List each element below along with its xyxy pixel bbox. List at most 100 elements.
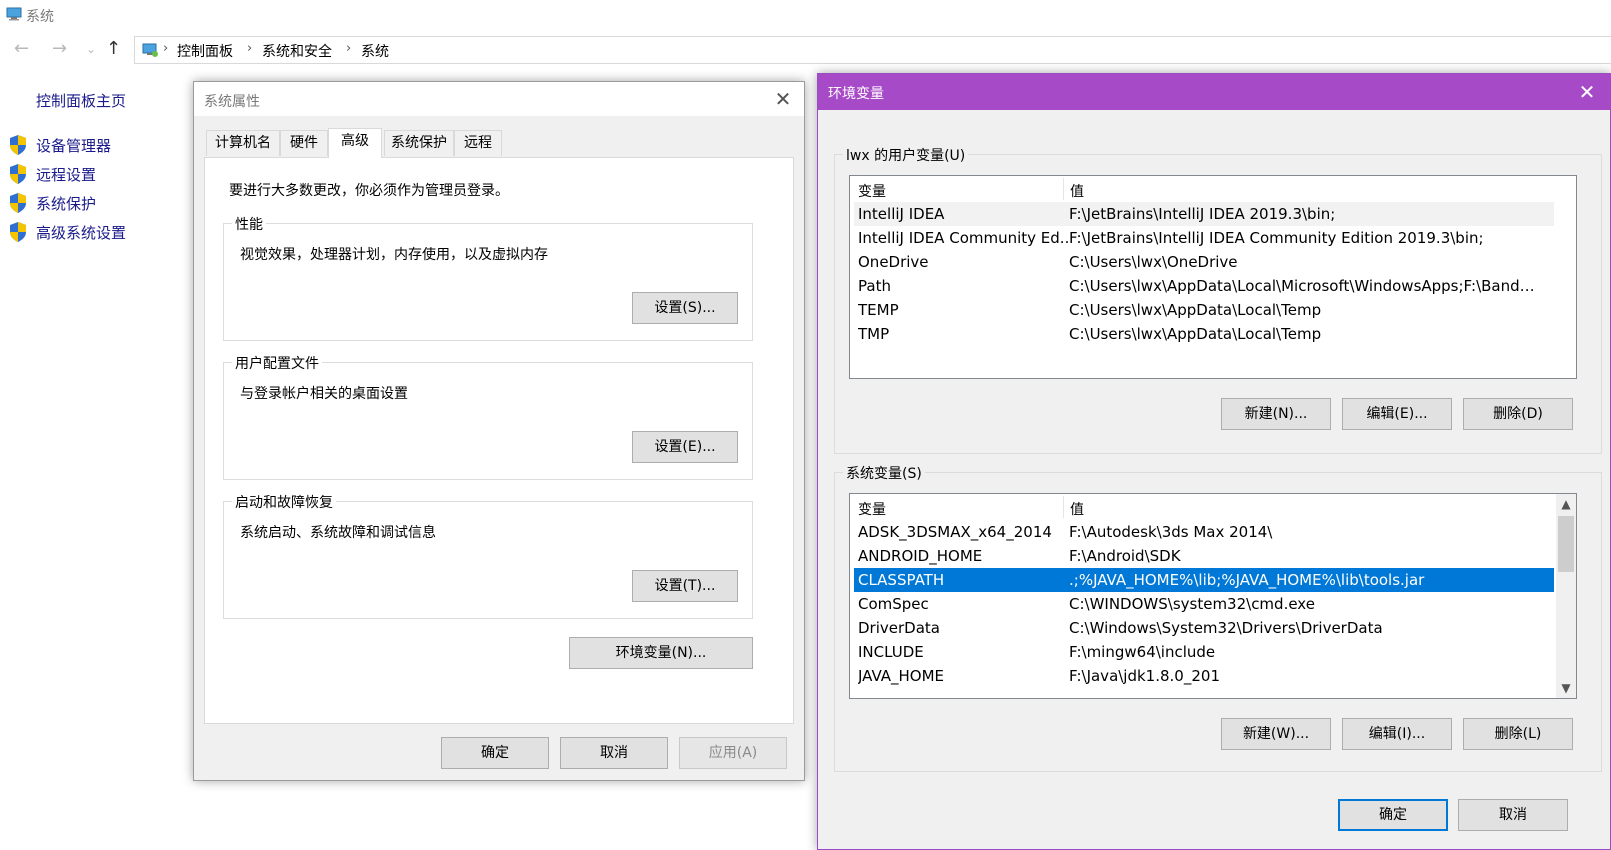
- system-edit-button[interactable]: 编辑(I)...: [1342, 718, 1452, 750]
- control-panel-titlebar: 系统: [0, 0, 1611, 30]
- system-delete-button[interactable]: 删除(L): [1463, 718, 1573, 750]
- shield-icon: [10, 164, 26, 184]
- group-description: 与登录帐户相关的桌面设置: [240, 386, 408, 402]
- cancel-button[interactable]: 取消: [1458, 799, 1568, 831]
- list-item[interactable]: INCLUDE F:\mingw64\include: [854, 640, 1554, 664]
- variable-name: JAVA_HOME: [858, 667, 945, 685]
- list-item[interactable]: IntelliJ IDEA Community Ed... F:\JetBrai…: [854, 226, 1554, 250]
- close-icon[interactable]: ✕: [1570, 79, 1604, 105]
- breadcrumb-system[interactable]: 系统: [361, 41, 389, 61]
- variable-value: F:\JetBrains\IntelliJ IDEA 2019.3\bin;: [1069, 205, 1336, 223]
- column-header-variable[interactable]: 变量: [858, 181, 886, 201]
- cancel-button[interactable]: 取消: [560, 737, 668, 769]
- system-icon: [6, 7, 22, 21]
- user-variables-group: lwx 的用户变量(U) 变量 值 IntelliJ IDEA F:\JetBr…: [834, 145, 1602, 454]
- tab-system-protection[interactable]: 系统保护: [384, 130, 454, 156]
- list-item-selected[interactable]: CLASSPATH .;%JAVA_HOME%\lib;%JAVA_HOME%\…: [854, 568, 1554, 592]
- tab-remote[interactable]: 远程: [454, 130, 502, 156]
- variable-value: C:\Windows\System32\Drivers\DriverData: [1069, 619, 1383, 637]
- admin-note: 要进行大多数更改，你必须作为管理员登录。: [229, 183, 509, 199]
- sidebar-item-label: 系统保护: [36, 195, 97, 213]
- system-properties-dialog: 系统属性 ✕ 计算机名 硬件 高级 系统保护 远程 要进行大多数更改，你必须作为…: [193, 81, 805, 781]
- scroll-up-icon[interactable]: ▲: [1556, 494, 1576, 514]
- user-profiles-settings-button[interactable]: 设置(E)...: [632, 431, 738, 463]
- sidebar-control-panel-home[interactable]: 控制面板主页: [36, 90, 126, 111]
- variable-value: F:\JetBrains\IntelliJ IDEA Community Edi…: [1069, 229, 1484, 247]
- group-description: 系统启动、系统故障和调试信息: [240, 525, 436, 541]
- close-icon[interactable]: ✕: [768, 86, 798, 112]
- list-item[interactable]: IntelliJ IDEA F:\JetBrains\IntelliJ IDEA…: [854, 202, 1554, 226]
- startup-recovery-settings-button[interactable]: 设置(T)...: [632, 570, 738, 602]
- variable-value: C:\Users\lwx\AppData\Local\Temp: [1069, 325, 1322, 343]
- breadcrumb-control-panel[interactable]: 控制面板: [177, 41, 233, 61]
- variable-value: F:\Java\jdk1.8.0_201: [1069, 667, 1220, 685]
- ok-button[interactable]: 确定: [1338, 799, 1448, 831]
- list-item[interactable]: Path C:\Users\lwx\AppData\Local\Microsof…: [854, 274, 1554, 298]
- list-item[interactable]: ADSK_3DSMAX_x64_2014 F:\Autodesk\3ds Max…: [854, 520, 1554, 544]
- scrollbar-thumb[interactable]: [1558, 516, 1574, 572]
- tab-hardware[interactable]: 硬件: [280, 130, 328, 156]
- variable-value: C:\Users\lwx\AppData\Local\Microsoft\Win…: [1069, 277, 1539, 295]
- list-item[interactable]: ANDROID_HOME F:\Android\SDK: [854, 544, 1554, 568]
- user-new-button[interactable]: 新建(N)...: [1221, 398, 1331, 430]
- system-variables-group: 系统变量(S) 变量 值 ADSK_3DSMAX_x64_2014 F:\Aut…: [834, 463, 1602, 772]
- shield-icon: [10, 222, 26, 242]
- group-title: lwx 的用户变量(U): [843, 145, 969, 165]
- ok-button[interactable]: 确定: [441, 737, 549, 769]
- forward-arrow-icon[interactable]: →: [52, 38, 67, 59]
- breadcrumb-separator-icon: ›: [346, 41, 352, 56]
- variable-value: F:\Autodesk\3ds Max 2014\: [1069, 523, 1273, 541]
- variable-name: ANDROID_HOME: [858, 547, 983, 565]
- environment-variables-button[interactable]: 环境变量(N)...: [569, 637, 753, 669]
- list-item[interactable]: ComSpec C:\WINDOWS\system32\cmd.exe: [854, 592, 1554, 616]
- column-header-value[interactable]: 值: [1070, 181, 1084, 201]
- variable-value: F:\Android\SDK: [1069, 547, 1181, 565]
- recent-locations-chevron-icon[interactable]: ⌄: [86, 42, 96, 56]
- address-bar[interactable]: › 控制面板 › 系统和安全 › 系统: [134, 36, 1611, 64]
- list-item[interactable]: DriverData C:\Windows\System32\Drivers\D…: [854, 616, 1554, 640]
- performance-group: 性能 视觉效果，处理器计划，内存使用，以及虚拟内存 设置(S)...: [223, 214, 753, 341]
- vertical-scrollbar[interactable]: ▲ ▼: [1556, 494, 1576, 698]
- variable-name: CLASSPATH: [858, 571, 945, 589]
- performance-settings-button[interactable]: 设置(S)...: [632, 292, 738, 324]
- variable-name: ADSK_3DSMAX_x64_2014: [858, 523, 1052, 541]
- user-variables-list[interactable]: 变量 值 IntelliJ IDEA F:\JetBrains\IntelliJ…: [849, 175, 1577, 379]
- user-edit-button[interactable]: 编辑(E)...: [1342, 398, 1452, 430]
- system-new-button[interactable]: 新建(W)...: [1221, 718, 1331, 750]
- system-variables-list[interactable]: 变量 值 ADSK_3DSMAX_x64_2014 F:\Autodesk\3d…: [849, 493, 1577, 699]
- advanced-tab-panel: 要进行大多数更改，你必须作为管理员登录。 性能 视觉效果，处理器计划，内存使用，…: [204, 157, 794, 724]
- column-divider[interactable]: [1063, 496, 1064, 518]
- list-item[interactable]: JAVA_HOME F:\Java\jdk1.8.0_201: [854, 664, 1554, 688]
- column-divider[interactable]: [1063, 178, 1064, 200]
- apply-button[interactable]: 应用(A): [679, 737, 787, 769]
- list-item[interactable]: OneDrive C:\Users\lwx\OneDrive: [854, 250, 1554, 274]
- variable-name: INCLUDE: [858, 643, 924, 661]
- dialog-title: 环境变量: [828, 86, 884, 102]
- scroll-down-icon[interactable]: ▼: [1556, 678, 1576, 698]
- list-item[interactable]: TEMP C:\Users\lwx\AppData\Local\Temp: [854, 298, 1554, 322]
- group-title: 用户配置文件: [232, 353, 322, 373]
- tab-advanced[interactable]: 高级: [328, 128, 382, 158]
- variable-name: TEMP: [858, 301, 899, 319]
- back-arrow-icon[interactable]: ←: [14, 38, 29, 59]
- breadcrumb-separator-icon: ›: [163, 41, 169, 56]
- column-header-value[interactable]: 值: [1070, 499, 1084, 519]
- variable-name: IntelliJ IDEA Community Ed...: [858, 229, 1068, 247]
- user-profiles-group: 用户配置文件 与登录帐户相关的桌面设置 设置(E)...: [223, 353, 753, 480]
- breadcrumb-separator-icon: ›: [247, 41, 253, 56]
- variable-value: C:\WINDOWS\system32\cmd.exe: [1069, 595, 1315, 613]
- variable-name: DriverData: [858, 619, 940, 637]
- control-panel-icon: [142, 43, 158, 57]
- user-delete-button[interactable]: 删除(D): [1463, 398, 1573, 430]
- variable-value: C:\Users\lwx\AppData\Local\Temp: [1069, 301, 1322, 319]
- tab-computer-name[interactable]: 计算机名: [206, 130, 280, 156]
- shield-icon: [10, 135, 26, 155]
- variable-name: IntelliJ IDEA: [858, 205, 945, 223]
- group-title: 启动和故障恢复: [232, 492, 336, 512]
- up-arrow-icon[interactable]: ↑: [106, 38, 121, 59]
- group-title: 系统变量(S): [843, 463, 925, 483]
- column-header-variable[interactable]: 变量: [858, 499, 886, 519]
- navigation-bar: ← → ⌄ ↑ › 控制面板 › 系统和安全 › 系统: [0, 34, 1611, 66]
- breadcrumb-system-security[interactable]: 系统和安全: [262, 41, 332, 61]
- list-item[interactable]: TMP C:\Users\lwx\AppData\Local\Temp: [854, 322, 1554, 346]
